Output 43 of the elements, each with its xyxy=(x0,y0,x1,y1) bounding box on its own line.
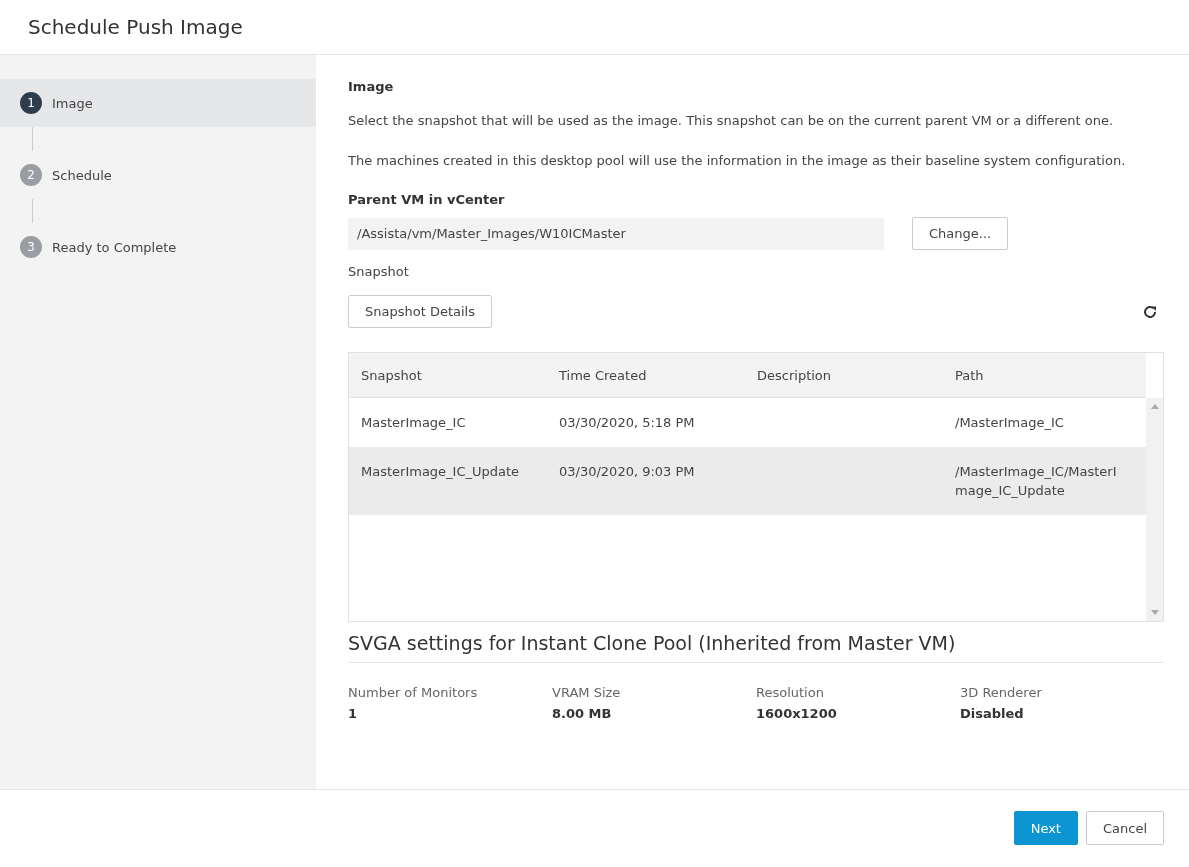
section-heading: Image xyxy=(348,79,395,94)
step-label: Schedule xyxy=(52,167,112,183)
step-label: Image xyxy=(52,95,93,111)
column-header[interactable]: Snapshot xyxy=(349,365,547,385)
setting-value: 1600x1200 xyxy=(756,706,838,721)
table-cell: 03/30/2020, 9:03 PM xyxy=(559,464,695,479)
snapshot-details-button[interactable]: Snapshot Details xyxy=(348,295,492,328)
table-row[interactable]: MasterImage_IC 03/30/2020, 5:18 PM /MasterImage_IC xyxy=(349,398,1146,447)
step-number: 2 xyxy=(20,164,42,186)
table-row[interactable]: MasterImage_IC_Update 03/30/2020, 9:03 PM /MasterImage_IC/MasterImage_IC_Update xyxy=(349,447,1146,515)
table-cell: MasterImage_IC_Update xyxy=(361,464,520,479)
field-label: Snapshot xyxy=(348,264,410,279)
field-label: Parent VM in vCenter xyxy=(348,192,506,207)
column-header[interactable]: Description xyxy=(745,365,943,385)
parent-vm-field: /Assista/vm/Master_Images/W10ICMaster xyxy=(348,217,884,250)
step-label: Ready to Complete xyxy=(52,239,177,255)
column-header[interactable]: Path xyxy=(943,365,1123,385)
scroll-up-icon[interactable] xyxy=(1150,404,1159,409)
setting-value: 1 xyxy=(348,706,359,721)
table-cell: MasterImage_IC xyxy=(361,415,466,430)
description-text: Select the snapshot that will be used as the image. This snapshot can be on the current parent VM or a different one. xyxy=(348,112,1115,130)
wizard-step[interactable]: 1 Image xyxy=(0,79,316,127)
setting-value: Disabled xyxy=(960,706,1025,721)
wizard-step[interactable]: 2 Schedule xyxy=(0,151,316,199)
wizard-step[interactable]: 3 Ready to Complete xyxy=(0,223,316,271)
table-cell: /MasterImage_IC/MasterImage_IC_Update xyxy=(955,464,1117,498)
table-cell: 03/30/2020, 5:18 PM xyxy=(559,415,695,430)
setting-label: Resolution xyxy=(756,685,825,700)
step-number: 1 xyxy=(20,92,42,114)
cancel-button[interactable]: Cancel xyxy=(1085,811,1164,845)
step-number: 3 xyxy=(20,236,42,258)
change-button[interactable]: Change... xyxy=(912,217,1009,250)
setting-label: Number of Monitors xyxy=(348,685,479,700)
column-header[interactable]: Time Created xyxy=(547,365,745,385)
description-text: The machines created in this desktop pool will use the information in the image as their baseline system configuration. xyxy=(348,152,1127,170)
scroll-down-icon[interactable] xyxy=(1150,610,1159,615)
table-cell: /MasterImage_IC xyxy=(955,415,1064,430)
dialog-title: Schedule Push Image xyxy=(28,15,243,39)
setting-value: 8.00 MB xyxy=(552,706,613,721)
refresh-icon[interactable] xyxy=(1142,303,1158,320)
section-title: SVGA settings for Instant Clone Pool (Inherited from Master VM) xyxy=(348,632,1164,663)
setting-label: 3D Renderer xyxy=(960,685,1043,700)
setting-label: VRAM Size xyxy=(552,685,622,700)
